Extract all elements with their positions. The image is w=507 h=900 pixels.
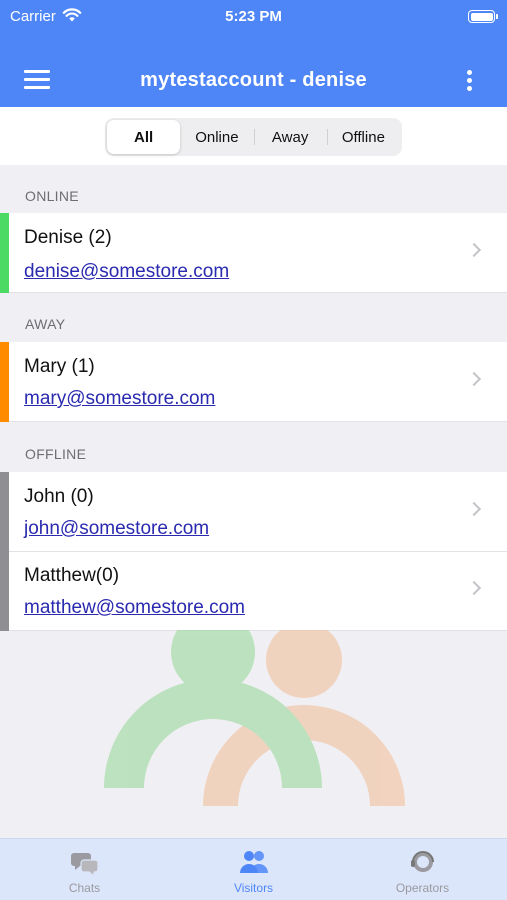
segmented-control: All Online Away Offline [105,118,402,156]
chevron-right-icon [466,501,482,517]
page-title: mytestaccount - denise [140,69,367,91]
chevron-right-icon [466,371,482,387]
tab-visitors[interactable]: Visitors [169,839,338,900]
status-indicator-online [0,213,9,293]
status-bar: Carrier 5:23 PM [0,0,507,34]
filter-bar: All Online Away Offline [0,107,507,165]
section-header-away: AWAY [25,316,66,332]
status-indicator-offline [0,552,9,631]
row-divider [9,292,507,293]
operator-email-link[interactable]: mary@somestore.com [24,388,215,410]
clock: 5:23 PM [225,8,282,25]
list-item[interactable]: Denise (2) denise@somestore.com [0,213,507,293]
chat-bubbles-icon [70,853,99,877]
people-icon [239,851,268,873]
filter-all[interactable]: All [107,120,181,154]
chevron-right-icon [466,242,482,258]
status-indicator-away [0,342,9,422]
tab-label: Chats [68,881,101,895]
tab-label: Operators [395,881,450,895]
tab-chats[interactable]: Chats [0,839,169,900]
list-item[interactable]: Mary (1) mary@somestore.com [0,342,507,422]
tab-operators[interactable]: Operators [338,839,507,900]
headset-operator-icon [410,851,434,872]
filter-offline[interactable]: Offline [326,120,400,154]
tab-bar: Chats Visitors Operators [0,838,507,900]
top-bar: Carrier 5:23 PM mytestaccount - denise [0,0,507,107]
battery-icon [468,10,498,23]
status-indicator-offline [0,472,9,552]
operator-name: Denise (2) [24,227,112,248]
operator-name: Mary (1) [24,356,95,377]
row-divider [9,421,507,422]
operator-email-link[interactable]: denise@somestore.com [24,261,229,283]
list-item[interactable]: Matthew(0) matthew@somestore.com [0,552,507,631]
section-header-online: ONLINE [25,188,79,204]
operator-email-link[interactable]: matthew@somestore.com [24,597,245,619]
tab-label: Visitors [233,881,274,895]
nav-bar: mytestaccount - denise [0,56,507,106]
more-options-icon[interactable] [465,70,473,94]
filter-online[interactable]: Online [180,120,253,154]
operator-name: Matthew(0) [24,565,120,586]
people-watermark-illustration [104,630,405,806]
filter-away[interactable]: Away [253,120,327,154]
operator-email-link[interactable]: john@somestore.com [24,518,209,540]
section-header-offline: OFFLINE [25,446,87,462]
operator-name: John (0) [24,486,94,507]
list-item[interactable]: John (0) john@somestore.com [0,472,507,552]
chevron-right-icon [466,580,482,596]
